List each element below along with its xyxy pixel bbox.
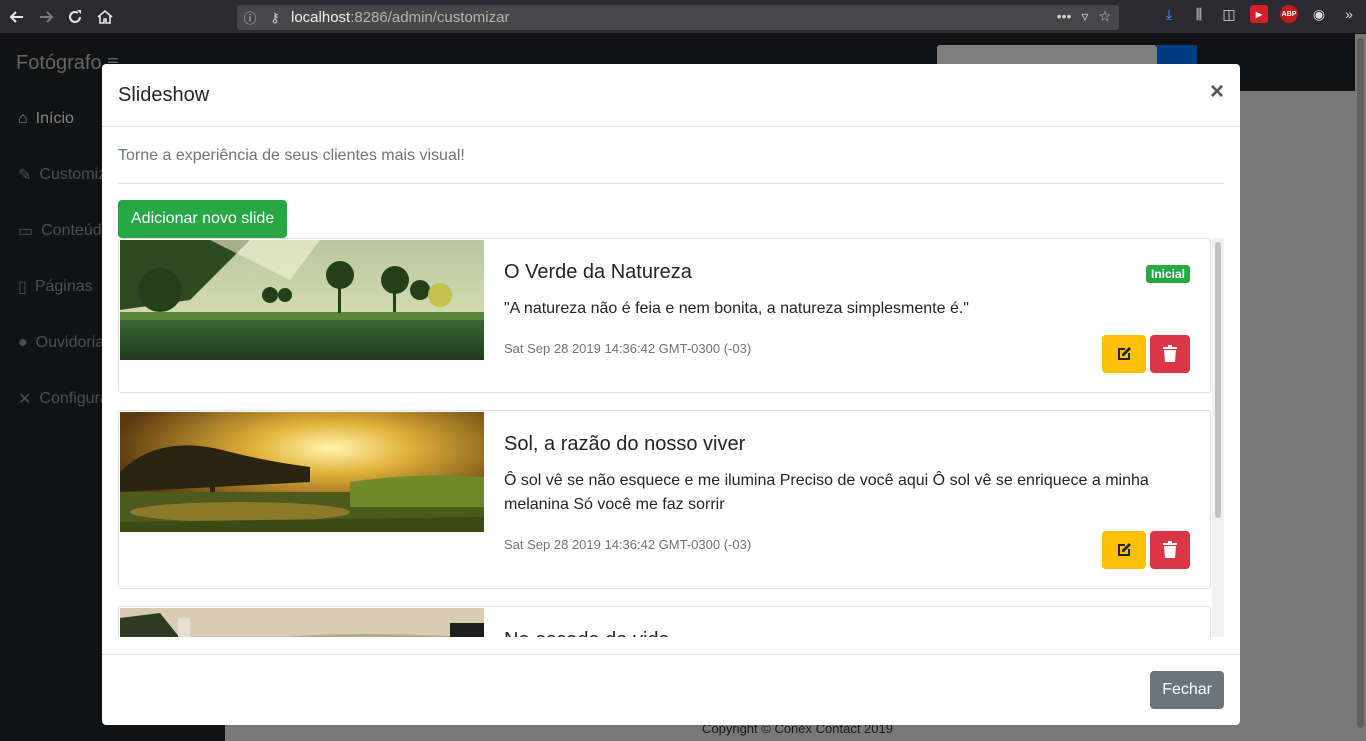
- slide-card: O Verde da Natureza Inicial "A natureza …: [118, 238, 1211, 393]
- modal-body: Torne a experiência de seus clientes mai…: [102, 127, 1240, 654]
- slide-description: Ô sol vê se não esquece e me ilumina Pre…: [504, 472, 1149, 513]
- modal-header: Slideshow ×: [102, 64, 1240, 127]
- delete-slide-button[interactable]: [1150, 531, 1190, 569]
- back-icon[interactable]: [2, 2, 32, 32]
- modal-footer: Fechar: [102, 654, 1240, 725]
- slide-image: [120, 608, 484, 637]
- delete-slide-button[interactable]: [1150, 335, 1190, 373]
- slide-title: Sol, a razão do nosso viver: [504, 433, 746, 455]
- adblock-icon[interactable]: ABP: [1280, 5, 1298, 23]
- slide-title: Na escada da vida: [504, 629, 670, 637]
- edit-slide-button[interactable]: [1102, 531, 1146, 569]
- overflow-icon[interactable]: »: [1340, 5, 1358, 23]
- library-icon[interactable]: ⫼: [1190, 5, 1208, 23]
- slide-date: Sat Sep 28 2019 14:36:42 GMT-0300 (-03): [504, 537, 752, 552]
- close-icon[interactable]: ×: [1210, 80, 1224, 104]
- slide-description: "A natureza não é feia e nem bonita, a n…: [504, 300, 969, 317]
- close-button[interactable]: Fechar: [1150, 671, 1224, 709]
- slide-date: Sat Sep 28 2019 14:36:42 GMT-0300 (-03): [504, 341, 752, 356]
- pocket-icon[interactable]: ▿: [1081, 8, 1088, 25]
- edit-icon: [1118, 543, 1131, 556]
- slides-list[interactable]: O Verde da Natureza Inicial "A natureza …: [118, 238, 1224, 637]
- bookmark-star-icon[interactable]: ☆: [1098, 8, 1111, 25]
- slide-image: [120, 412, 484, 532]
- slideshow-modal: Slideshow × Torne a experiência de seus …: [102, 64, 1240, 725]
- forward-icon[interactable]: [31, 2, 61, 32]
- sidebar-icon[interactable]: ◫: [1220, 5, 1238, 23]
- browser-toolbar: ⓘ ⚷ localhost:8286/admin/customizar ••• …: [0, 0, 1366, 34]
- reload-icon[interactable]: [60, 2, 90, 32]
- edit-slide-button[interactable]: [1102, 335, 1146, 373]
- slide-card: Sol, a razão do nosso viver Ô sol vê se …: [118, 410, 1211, 589]
- modal-lead-text: Torne a experiência de seus clientes mai…: [118, 127, 1224, 184]
- trash-icon: [1163, 541, 1177, 558]
- slide-card: Na escada da vida: [118, 606, 1211, 637]
- account-icon[interactable]: ◉: [1310, 5, 1328, 23]
- slide-title: O Verde da Natureza: [504, 261, 692, 283]
- url-bar[interactable]: ⓘ ⚷ localhost:8286/admin/customizar ••• …: [237, 5, 1119, 30]
- modal-title: Slideshow: [118, 83, 210, 106]
- slide-image: [120, 240, 484, 360]
- download-icon[interactable]: ⤓: [1160, 5, 1178, 23]
- key-icon[interactable]: ⚷: [263, 10, 287, 26]
- info-icon[interactable]: ⓘ: [237, 8, 263, 27]
- edit-icon: [1118, 347, 1131, 360]
- url-path: :8286/admin/customizar: [350, 9, 510, 26]
- trash-icon: [1163, 345, 1177, 362]
- more-icon[interactable]: •••: [1057, 8, 1072, 25]
- slides-scrollbar[interactable]: [1212, 238, 1224, 637]
- add-slide-button[interactable]: Adicionar novo slide: [118, 200, 288, 238]
- initial-badge: Inicial: [1145, 265, 1190, 283]
- url-host: localhost: [291, 9, 351, 26]
- home-icon[interactable]: [90, 2, 120, 32]
- youtube-icon[interactable]: ▶: [1250, 5, 1268, 23]
